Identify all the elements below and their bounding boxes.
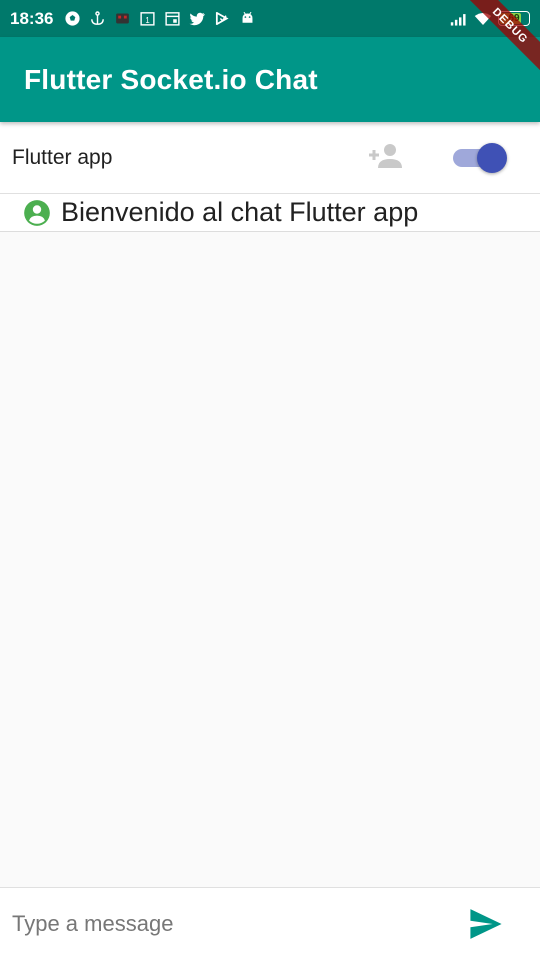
calendar-icon: 1 — [138, 10, 156, 28]
user-header: Flutter app — [0, 122, 540, 194]
composer-bar — [0, 887, 540, 960]
notification-icons: 1 — [63, 10, 256, 28]
list-item: Bienvenido al chat Flutter app — [0, 194, 540, 232]
toggle-thumb — [477, 143, 507, 173]
svg-text:1: 1 — [145, 16, 149, 25]
soccer-ball-icon — [63, 10, 81, 28]
person-add-icon — [367, 142, 403, 175]
account-circle-icon — [22, 198, 52, 228]
twitter-icon — [188, 10, 206, 28]
signal-icon — [450, 10, 468, 28]
connection-toggle[interactable] — [453, 143, 509, 173]
message-text: Bienvenido al chat Flutter app — [61, 197, 419, 227]
app-screen: 18:36 1 DEBUG Flutter Socket.io Chat Flu… — [0, 0, 540, 960]
app-bar: Flutter Socket.io Chat — [0, 37, 540, 122]
calendar-grid-icon — [163, 10, 181, 28]
status-bar: 18:36 1 — [0, 0, 540, 37]
check-flag-icon — [213, 10, 231, 28]
android-icon — [238, 10, 256, 28]
message-input[interactable] — [12, 902, 432, 946]
page-title: Flutter Socket.io Chat — [24, 63, 318, 95]
status-time: 18:36 — [10, 8, 54, 28]
message-list[interactable]: Bienvenido al chat Flutter app — [0, 194, 540, 887]
add-user-button[interactable] — [366, 142, 404, 174]
send-icon — [469, 908, 503, 944]
user-name: Flutter app — [12, 145, 113, 169]
anchor-icon — [88, 10, 106, 28]
send-button[interactable] — [466, 908, 506, 944]
game-icon — [113, 10, 131, 28]
